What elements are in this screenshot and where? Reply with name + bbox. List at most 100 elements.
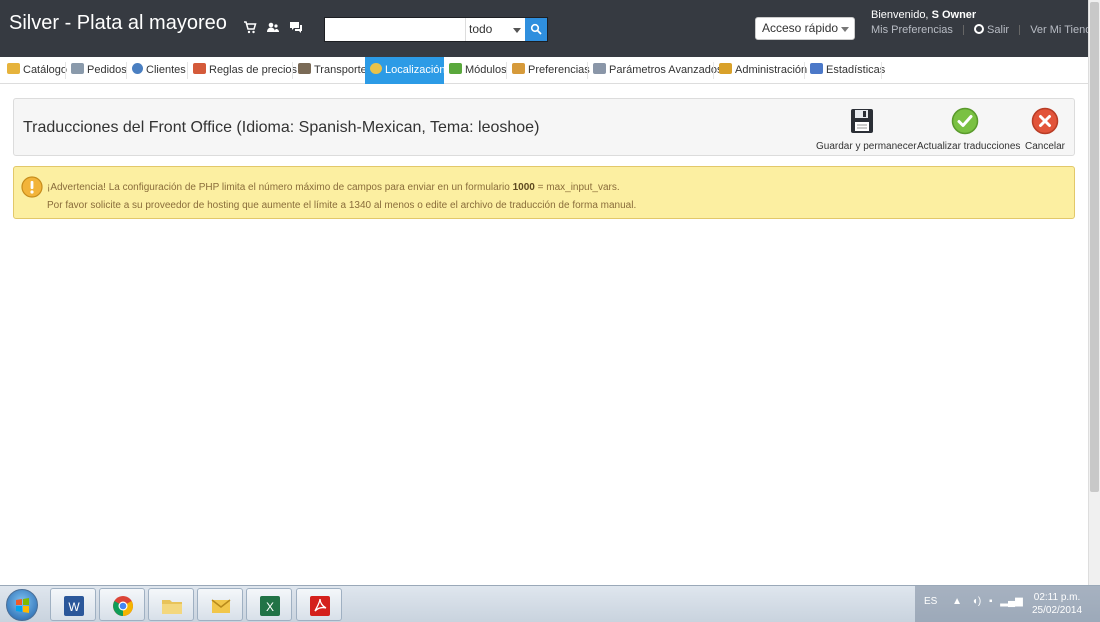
admin-header: Silver - Plata al mayoreo todo Acceso rá… [0, 0, 1097, 57]
menu-label: Estadísticas [826, 64, 886, 76]
cart-icon[interactable] [243, 20, 257, 34]
main-menu: Catálogo Pedidos Clientes Reglas de prec… [0, 57, 1088, 84]
user-icon [132, 63, 143, 74]
warning-limit-value: 1000 [512, 182, 535, 193]
user-links: Mis Preferencias Salir Ver Mi Tienda [871, 24, 1097, 36]
menu-item-administration[interactable]: Administración [714, 57, 807, 84]
search-button[interactable] [525, 18, 547, 41]
my-preferences-link[interactable]: Mis Preferencias [871, 24, 953, 36]
search-filter-value: todo [469, 22, 493, 36]
chrome-app-icon [113, 596, 133, 616]
excel-icon[interactable]: X [246, 588, 292, 621]
menu-item-localization[interactable]: Localización [365, 57, 446, 84]
key-icon [719, 63, 732, 74]
volume-icon[interactable]: ◖) [972, 596, 981, 607]
menu-label: Clientes [146, 64, 186, 76]
clock-time: 02:11 p.m. [1033, 592, 1081, 603]
warning-icon [21, 176, 43, 198]
update-translations-button[interactable]: Actualizar traducciones [917, 107, 1021, 152]
menu-label: Catálogo [23, 64, 68, 76]
menu-item-price-rules[interactable]: Reglas de precios [188, 57, 297, 84]
windows-taskbar: W X ES ▲ ◖) ▪ ▂▄▆ 02:11 p.m. 25/02/2014 [0, 585, 1100, 622]
search-filter-select[interactable]: todo [465, 18, 525, 41]
tray-icons: ES ▲ ◖) ▪ ▂▄▆ [924, 596, 1023, 607]
logout-link[interactable]: Salir [974, 24, 1009, 36]
acrobat-app-icon [310, 596, 330, 616]
word-icon[interactable]: W [50, 588, 96, 621]
search-box: todo [324, 17, 548, 42]
truck-icon [298, 63, 311, 74]
menu-item-preferences[interactable]: Preferencias [507, 57, 590, 84]
excel-app-icon: X [260, 596, 280, 616]
user-name: S Owner [931, 9, 977, 21]
page-toolbar: Traducciones del Front Office (Idioma: S… [13, 98, 1075, 156]
globe-icon [370, 63, 382, 74]
menu-item-shipping[interactable]: Transporte [293, 57, 367, 84]
warning-line-1: ¡Advertencia! La configuración de PHP li… [47, 182, 620, 193]
chevron-up-icon[interactable]: ▲ [952, 596, 962, 607]
scrollbar-thumb[interactable] [1090, 2, 1099, 492]
customers-icon[interactable] [266, 20, 280, 34]
svg-text:X: X [266, 600, 274, 614]
warning-line-2: Por favor solicite a su proveedor de hos… [47, 200, 637, 211]
check-circle-icon [951, 107, 979, 135]
menu-label: Pedidos [87, 64, 127, 76]
cancel-label: Cancelar [1024, 141, 1066, 152]
search-input[interactable] [327, 20, 461, 39]
chevron-down-icon [513, 28, 521, 33]
shop-title[interactable]: Silver - Plata al mayoreo [9, 12, 227, 35]
menu-label: Módulos [465, 64, 507, 76]
outlook-app-icon [211, 599, 231, 613]
preferences-icon [512, 63, 525, 74]
folder-icon [7, 63, 20, 74]
menu-label: Transporte [314, 64, 367, 76]
cancel-circle-icon [1031, 107, 1059, 135]
power-icon [974, 24, 985, 34]
app-window: Silver - Plata al mayoreo todo Acceso rá… [0, 0, 1100, 622]
outlook-icon[interactable] [197, 588, 243, 621]
acrobat-icon[interactable] [296, 588, 342, 621]
menu-item-stats[interactable]: Estadísticas [805, 57, 885, 84]
windows-start-icon[interactable] [6, 589, 38, 621]
bar-chart-icon [810, 63, 823, 74]
chrome-icon[interactable] [99, 588, 145, 621]
menu-item-catalog[interactable]: Catálogo [2, 57, 68, 84]
file-explorer-icon[interactable] [148, 588, 194, 621]
clock-date: 25/02/2014 [1032, 605, 1083, 616]
price-rules-icon [193, 63, 206, 74]
divider [962, 25, 964, 36]
puzzle-icon [449, 63, 462, 74]
menu-item-orders[interactable]: Pedidos [66, 57, 127, 84]
save-and-stay-button[interactable]: Guardar y permanecer [816, 107, 917, 152]
update-translations-label: Actualizar traducciones [917, 141, 1021, 152]
menu-item-modules[interactable]: Módulos [444, 57, 507, 84]
cart-icon [71, 63, 84, 74]
cancel-button[interactable]: Cancelar [1024, 107, 1066, 152]
menu-item-advanced-parameters[interactable]: Parámetros Avanzados [588, 57, 723, 84]
save-and-stay-label: Guardar y permanecer [816, 141, 917, 152]
quick-access-label: Acceso rápido [762, 21, 839, 35]
page-title: Traducciones del Front Office (Idioma: S… [23, 119, 540, 136]
search-icon [530, 23, 542, 35]
vertical-scrollbar[interactable] [1088, 0, 1100, 585]
floppy-disk-icon [851, 109, 873, 133]
menu-label: Reglas de precios [209, 64, 298, 76]
signal-icon[interactable]: ▂▄▆ [1000, 596, 1022, 607]
php-limit-warning: ¡Advertencia! La configuración de PHP li… [13, 166, 1075, 219]
windows-logo-icon [16, 598, 29, 613]
network-icon[interactable]: ▪ [989, 596, 993, 607]
logout-label: Salir [987, 24, 1010, 36]
messages-icon[interactable] [289, 20, 303, 34]
menu-item-customers[interactable]: Clientes [127, 57, 187, 84]
language-indicator[interactable]: ES [924, 596, 937, 607]
warning-text-suffix: = max_input_vars. [537, 182, 620, 193]
svg-text:W: W [68, 600, 80, 614]
menu-label: Parámetros Avanzados [609, 64, 723, 76]
system-clock[interactable]: 02:11 p.m. 25/02/2014 [1032, 591, 1082, 617]
quick-access-dropdown[interactable]: Acceso rápido [755, 17, 855, 40]
warning-text-prefix: ¡Advertencia! La configuración de PHP li… [47, 182, 510, 193]
menu-label: Localización [385, 64, 446, 76]
wrench-icon [593, 63, 606, 74]
divider [1019, 25, 1021, 36]
folder-app-icon [162, 600, 182, 614]
